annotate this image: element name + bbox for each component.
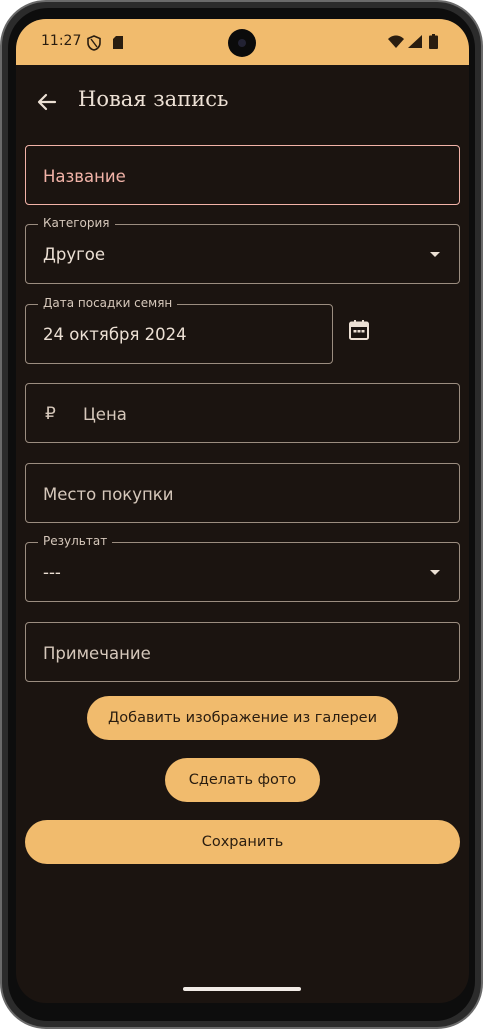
save-label: Сохранить [201,834,284,850]
dropdown-arrow-icon [430,252,440,257]
result-dropdown[interactable]: Результат --- [25,534,460,602]
purchase-place-field[interactable]: Место покупки [25,463,460,523]
sd-card-icon [113,36,123,49]
battery-icon [429,34,438,49]
shield-icon [87,35,101,51]
price-placeholder: Цена [83,405,127,424]
category-label: Категория [38,216,115,230]
calendar-icon[interactable] [347,318,371,342]
status-bar: 11:27 [16,19,469,65]
seed-date-field[interactable]: Дата посадки семян 24 октября 2024 [25,296,333,364]
category-value: Другое [43,245,106,264]
save-button[interactable]: Сохранить [25,820,460,864]
seed-date-label: Дата посадки семян [38,296,178,310]
take-photo-label: Сделать фото [188,772,297,788]
gesture-nav-handle[interactable] [183,987,301,991]
wifi-icon [388,35,404,48]
result-value: --- [43,563,61,582]
status-time: 11:27 [41,33,82,49]
page-title: Новая запись [78,87,229,111]
ruble-icon: ₽ [45,404,56,424]
app-bar: Новая запись [16,65,469,137]
seed-date-value: 24 октября 2024 [43,325,187,344]
dropdown-arrow-icon [430,570,440,575]
take-photo-button[interactable]: Сделать фото [165,758,320,802]
front-camera [228,29,256,57]
arrow-back-icon[interactable] [32,87,62,117]
name-placeholder: Название [43,167,126,186]
category-dropdown[interactable]: Категория Другое [25,216,460,284]
signal-icon [408,35,422,48]
purchase-place-placeholder: Место покупки [43,485,174,504]
name-field[interactable]: Название [25,145,460,205]
price-field[interactable]: ₽ Цена [25,383,460,443]
phone-screen: 11:27 Новая запись Название Категория Др… [16,19,469,1003]
add-from-gallery-label: Добавить изображение из галереи [107,710,378,726]
result-label: Результат [38,534,113,548]
note-placeholder: Примечание [43,644,151,663]
add-from-gallery-button[interactable]: Добавить изображение из галереи [87,696,398,740]
note-field[interactable]: Примечание [25,622,460,682]
